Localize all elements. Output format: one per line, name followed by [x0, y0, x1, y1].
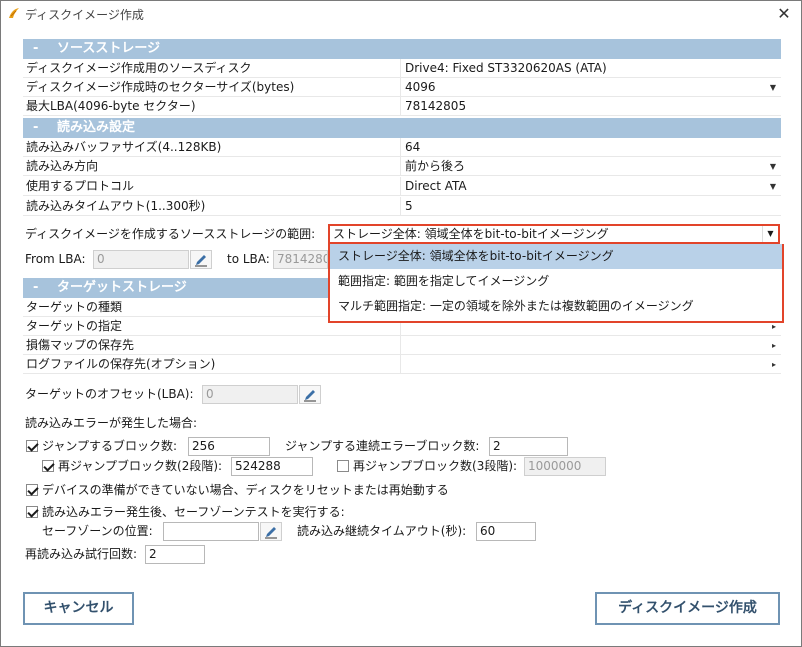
prop-value: 64 — [405, 140, 421, 154]
from-lba-label: From LBA: — [25, 252, 86, 266]
window-title: ディスクイメージ作成 — [25, 8, 144, 22]
reset-device-checkbox[interactable] — [26, 484, 38, 496]
prop-value: Direct ATA — [405, 179, 467, 193]
rejump2-checkbox[interactable] — [42, 460, 54, 472]
title-bar: ディスクイメージ作成 ✕ — [1, 1, 801, 27]
prop-value: 4096 — [405, 80, 436, 94]
app-logo-icon — [9, 8, 19, 18]
prop-value — [405, 355, 765, 374]
safezone-position-input[interactable] — [163, 522, 259, 541]
to-lba-input[interactable]: 7814280 — [273, 250, 328, 269]
edit-pencil-icon[interactable] — [260, 522, 282, 541]
prop-row-log-file[interactable]: ログファイルの保存先(オプション) ▸ — [23, 355, 781, 374]
range-selected-value: ストレージ全体: 領域全体をbit-to-bitイメージング — [333, 227, 609, 241]
section-title: ソースストレージ — [57, 41, 161, 56]
create-disk-image-button[interactable]: ディスクイメージ作成 — [595, 592, 780, 625]
range-option-specified[interactable]: 範囲指定: 範囲を指定してイメージング — [330, 269, 782, 294]
continue-timeout-input[interactable]: 60 — [476, 522, 536, 541]
jump-blocks-checkbox[interactable] — [26, 440, 38, 452]
range-label: ディスクイメージを作成するソースストレージの範囲: — [25, 227, 316, 241]
dropdown-arrow-icon[interactable]: ▼ — [770, 157, 776, 176]
section-title: 読み込み設定 — [57, 120, 136, 135]
continue-timeout-label: 読み込み継続タイムアウト(秒): — [297, 524, 467, 538]
expand-arrow-icon[interactable]: ▸ — [772, 336, 776, 355]
safezone-test-label: 読み込みエラー発生後、セーフゾーンテストを実行する: — [42, 505, 345, 519]
chevron-down-icon[interactable]: ▼ — [762, 226, 778, 242]
range-select[interactable]: ストレージ全体: 領域全体をbit-to-bitイメージング ▼ — [328, 224, 780, 244]
prop-value — [405, 336, 765, 355]
prop-row-read-timeout[interactable]: 読み込みタイムアウト(1..300秒) 5 — [23, 197, 781, 216]
rejump2-input[interactable]: 524288 — [231, 457, 313, 476]
prop-row-source-disk[interactable]: ディスクイメージ作成用のソースディスク Drive4: Fixed ST3320… — [23, 59, 781, 78]
prop-row-max-lba[interactable]: 最大LBA(4096-byte セクター) 78142805 — [23, 97, 781, 116]
range-option-whole[interactable]: ストレージ全体: 領域全体をbit-to-bitイメージング — [330, 244, 782, 269]
prop-name: ディスクイメージ作成時のセクターサイズ(bytes) — [23, 78, 401, 97]
prop-row-read-direction[interactable]: 読み込み方向 前から後ろ ▼ — [23, 157, 781, 176]
retry-count-input[interactable]: 2 — [145, 545, 205, 564]
retry-count-label: 再読み込み試行回数: — [25, 547, 138, 561]
dropdown-arrow-icon[interactable]: ▼ — [770, 177, 776, 196]
prop-name: 読み込みバッファサイズ(4..128KB) — [23, 138, 401, 157]
prop-name: ログファイルの保存先(オプション) — [23, 355, 401, 374]
edit-pencil-icon[interactable] — [299, 385, 321, 404]
disk-image-dialog: ディスクイメージ作成 ✕ - ソースストレージ ディスクイメージ作成用のソースディ… — [0, 0, 802, 647]
prop-row-buffer-size[interactable]: 読み込みバッファサイズ(4..128KB) 64 — [23, 138, 781, 157]
prop-name: 最大LBA(4096-byte セクター) — [23, 97, 401, 116]
consecutive-errors-label: ジャンプする連続エラーブロック数: — [285, 439, 480, 453]
rejump2-label: 再ジャンプブロック数(2段階): — [58, 459, 223, 473]
prop-value: 78142805 — [405, 99, 467, 113]
prop-row-sector-size[interactable]: ディスクイメージ作成時のセクターサイズ(bytes) 4096 ▼ — [23, 78, 781, 97]
error-handling-title: 読み込みエラーが発生した場合: — [25, 416, 198, 430]
range-dropdown-list: ストレージ全体: 領域全体をbit-to-bitイメージング 範囲指定: 範囲を… — [328, 244, 784, 323]
expand-arrow-icon[interactable]: ▸ — [772, 355, 776, 374]
rejump3-label: 再ジャンプブロック数(3段階): — [353, 459, 518, 473]
rejump3-checkbox[interactable] — [337, 460, 349, 472]
consecutive-errors-input[interactable]: 2 — [489, 437, 568, 456]
prop-name: 使用するプロトコル — [23, 177, 401, 196]
safezone-test-checkbox[interactable] — [26, 506, 38, 518]
prop-name: 損傷マップの保存先 — [23, 336, 401, 355]
jump-blocks-input[interactable]: 256 — [188, 437, 270, 456]
target-offset-input[interactable]: 0 — [202, 385, 298, 404]
prop-row-damage-map[interactable]: 損傷マップの保存先 ▸ — [23, 336, 781, 355]
section-header-read[interactable]: - 読み込み設定 — [23, 118, 781, 138]
jump-blocks-label: ジャンプするブロック数: — [42, 439, 178, 453]
rejump3-input[interactable]: 1000000 — [524, 457, 606, 476]
dropdown-arrow-icon[interactable]: ▼ — [770, 78, 776, 97]
prop-row-protocol[interactable]: 使用するプロトコル Direct ATA ▼ — [23, 177, 781, 196]
prop-name: 読み込み方向 — [23, 157, 401, 176]
close-icon[interactable]: ✕ — [775, 4, 793, 23]
to-lba-label: to LBA: — [227, 252, 270, 266]
prop-value: 5 — [405, 199, 413, 213]
reset-device-label: デバイスの準備ができていない場合、ディスクをリセットまたは再始動する — [42, 483, 449, 497]
prop-name: ディスクイメージ作成用のソースディスク — [23, 59, 401, 78]
prop-value: Drive4: Fixed ST3320620AS (ATA) — [405, 61, 607, 75]
cancel-button[interactable]: キャンセル — [23, 592, 134, 625]
section-header-source[interactable]: - ソースストレージ — [23, 39, 781, 59]
edit-pencil-icon[interactable] — [190, 250, 212, 269]
range-option-multi[interactable]: マルチ範囲指定: 一定の領域を除外または複数範囲のイメージング — [330, 294, 782, 319]
safezone-position-label: セーフゾーンの位置: — [42, 524, 153, 538]
from-lba-input[interactable]: 0 — [93, 250, 189, 269]
prop-name: 読み込みタイムアウト(1..300秒) — [23, 197, 401, 216]
target-offset-label: ターゲットのオフセット(LBA): — [25, 387, 194, 401]
section-title: ターゲットストレージ — [57, 280, 187, 295]
prop-value: 前から後ろ — [405, 159, 466, 173]
